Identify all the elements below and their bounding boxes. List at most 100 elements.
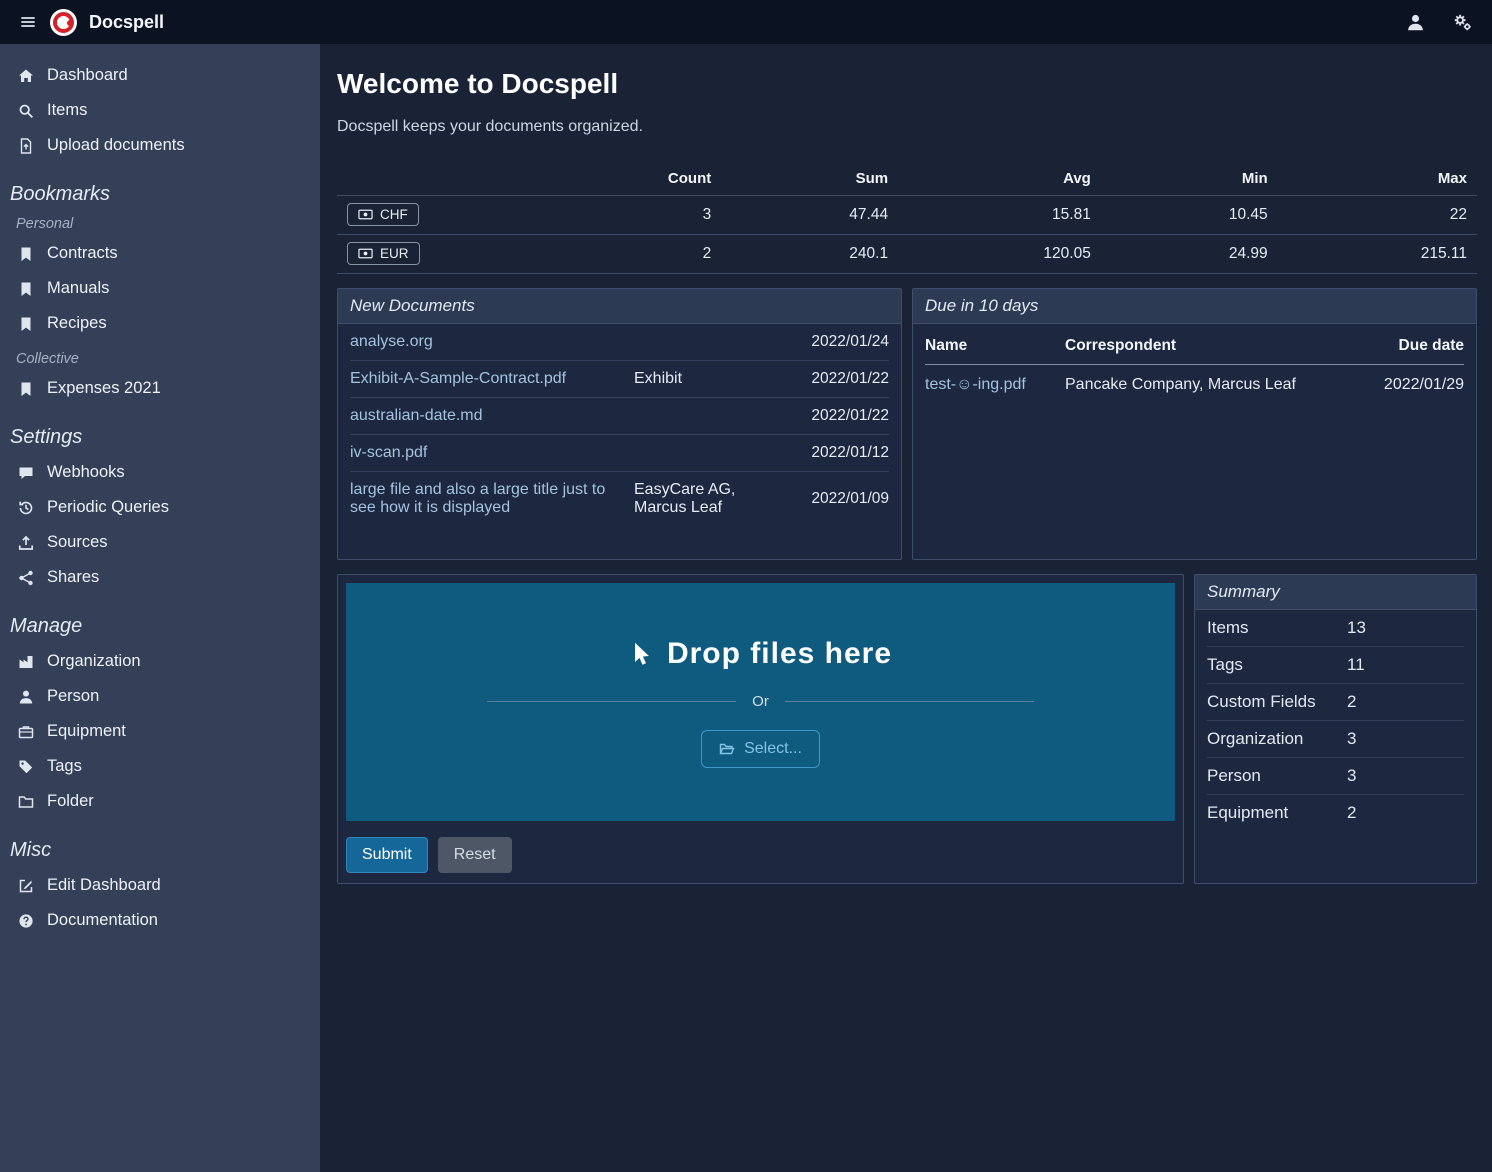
document-link[interactable]: australian-date.md <box>350 407 624 425</box>
stats-header-min: Min <box>1101 162 1278 196</box>
upload-actions: Submit Reset <box>346 837 1175 873</box>
upload-panel: Drop files here Or Select... Submit Rese… <box>337 574 1184 884</box>
sidebar-item-dashboard[interactable]: Dashboard <box>0 58 320 93</box>
stats-header-empty <box>337 162 531 196</box>
money-bill-icon <box>358 207 373 222</box>
docspell-logo[interactable] <box>50 9 77 36</box>
sidebar-item-contracts[interactable]: Contracts <box>0 236 320 271</box>
due-panel-title: Due in 10 days <box>913 289 1476 324</box>
user-menu-button[interactable] <box>1402 9 1429 36</box>
stat-count: 3 <box>531 196 721 235</box>
settings-button[interactable] <box>1449 9 1476 36</box>
document-link[interactable]: iv-scan.pdf <box>350 444 624 462</box>
divider-line <box>487 701 736 702</box>
document-date: 2022/01/22 <box>794 407 889 425</box>
or-divider: Or <box>487 693 1034 710</box>
document-link[interactable]: Exhibit-A-Sample-Contract.pdf <box>350 370 624 388</box>
stat-min: 24.99 <box>1101 235 1278 274</box>
stats-table: Count Sum Avg Min Max CHF 3 47. <box>337 162 1477 274</box>
document-row: large file and also a large title just t… <box>350 472 889 526</box>
sidebar-item-label: Sources <box>47 533 108 552</box>
currency-badge: EUR <box>347 242 420 265</box>
due-correspondent: Pancake Company, Marcus Leaf <box>1065 365 1354 406</box>
sidebar-item-label: Folder <box>47 792 94 811</box>
sidebar-item-tags[interactable]: Tags <box>0 749 320 784</box>
document-row: iv-scan.pdf 2022/01/12 <box>350 435 889 472</box>
sidebar-item-periodic-queries[interactable]: Periodic Queries <box>0 490 320 525</box>
document-row: Exhibit-A-Sample-Contract.pdf Exhibit 20… <box>350 361 889 398</box>
document-link[interactable]: large file and also a large title just t… <box>350 481 624 517</box>
sidebar-item-organization[interactable]: Organization <box>0 644 320 679</box>
due-header-name: Name <box>925 328 1065 365</box>
stats-header-sum: Sum <box>721 162 898 196</box>
submit-button[interactable]: Submit <box>346 837 428 873</box>
bookmark-icon <box>18 246 34 262</box>
document-link[interactable]: test-☺-ing.pdf <box>925 376 1026 393</box>
sidebar-item-label: Documentation <box>47 911 158 930</box>
money-bill-icon <box>358 246 373 261</box>
sidebar-item-expenses-2021[interactable]: Expenses 2021 <box>0 371 320 406</box>
menu-toggle-button[interactable] <box>16 10 40 34</box>
document-link[interactable]: analyse.org <box>350 333 624 351</box>
due-panel: Due in 10 days Name Correspondent Due da… <box>912 288 1477 560</box>
sidebar-item-label: Equipment <box>47 722 126 741</box>
select-files-label: Select... <box>744 740 802 758</box>
sidebar-item-label: Manuals <box>47 279 109 298</box>
stat-count: 2 <box>531 235 721 274</box>
mouse-pointer-icon <box>629 642 653 666</box>
folder-icon <box>18 794 34 810</box>
sidebar-item-documentation[interactable]: Documentation <box>0 903 320 938</box>
file-dropzone[interactable]: Drop files here Or Select... <box>346 583 1175 821</box>
stat-max: 215.11 <box>1278 235 1477 274</box>
page-subtitle: Docspell keeps your documents organized. <box>337 118 1477 136</box>
stat-avg: 15.81 <box>898 196 1101 235</box>
summary-row: Equipment 2 <box>1207 795 1464 831</box>
new-documents-panel: New Documents analyse.org 2022/01/24 Exh… <box>337 288 902 560</box>
due-header-row: Name Correspondent Due date <box>925 328 1464 365</box>
sidebar-item-label: Edit Dashboard <box>47 876 161 895</box>
stats-header-count: Count <box>531 162 721 196</box>
sidebar-item-folder[interactable]: Folder <box>0 784 320 819</box>
file-upload-icon <box>18 138 34 154</box>
document-correspondent: EasyCare AG, Marcus Leaf <box>634 481 784 517</box>
document-date: 2022/01/12 <box>794 444 889 462</box>
sidebar-item-shares[interactable]: Shares <box>0 560 320 595</box>
reset-button[interactable]: Reset <box>438 837 512 873</box>
currency-label: CHF <box>380 207 408 222</box>
stat-sum: 240.1 <box>721 235 898 274</box>
summary-value: 2 <box>1347 692 1356 712</box>
help-icon <box>18 913 34 929</box>
summary-panel: Summary Items 13 Tags 11 Custom Fields 2 <box>1194 574 1477 884</box>
sidebar-item-label: Shares <box>47 568 99 587</box>
sidebar-heading-manage: Manage <box>10 615 310 638</box>
dropzone-label: Drop files here <box>667 637 892 671</box>
bookmark-icon <box>18 381 34 397</box>
sidebar-item-upload-documents[interactable]: Upload documents <box>0 128 320 163</box>
user-icon <box>1406 13 1425 32</box>
sidebar-item-webhooks[interactable]: Webhooks <box>0 455 320 490</box>
sidebar-item-label: Periodic Queries <box>47 498 169 517</box>
due-table-wrap: Name Correspondent Due date test-☺-ing.p… <box>913 324 1476 559</box>
stats-header-max: Max <box>1278 162 1477 196</box>
hamburger-icon <box>20 14 36 30</box>
sidebar-item-edit-dashboard[interactable]: Edit Dashboard <box>0 868 320 903</box>
new-documents-list: analyse.org 2022/01/24 Exhibit-A-Sample-… <box>338 324 901 559</box>
share-icon <box>18 570 34 586</box>
sidebar-item-sources[interactable]: Sources <box>0 525 320 560</box>
summary-value: 11 <box>1347 655 1365 675</box>
sidebar-item-manuals[interactable]: Manuals <box>0 271 320 306</box>
document-row: australian-date.md 2022/01/22 <box>350 398 889 435</box>
topbar-actions <box>1402 9 1476 36</box>
history-icon <box>18 500 34 516</box>
sidebar-item-person[interactable]: Person <box>0 679 320 714</box>
summary-value: 3 <box>1347 729 1356 749</box>
sidebar-item-recipes[interactable]: Recipes <box>0 306 320 341</box>
person-icon <box>18 689 34 705</box>
sidebar-item-items[interactable]: Items <box>0 93 320 128</box>
select-files-button[interactable]: Select... <box>701 730 820 768</box>
or-label: Or <box>752 693 769 710</box>
stats-row-chf: CHF 3 47.44 15.81 10.45 22 <box>337 196 1477 235</box>
sidebar-heading-bookmarks: Bookmarks <box>10 183 310 206</box>
document-date: 2022/01/24 <box>794 333 889 351</box>
sidebar-item-equipment[interactable]: Equipment <box>0 714 320 749</box>
